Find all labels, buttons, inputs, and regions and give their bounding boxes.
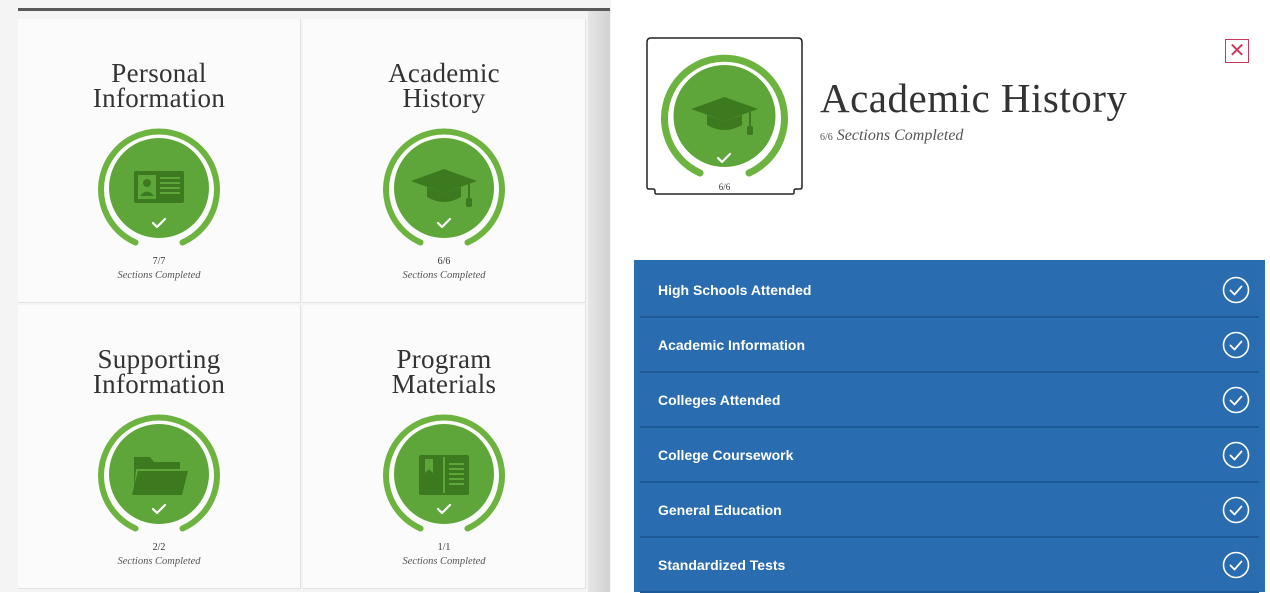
progress-ring [381, 411, 507, 537]
progress-ring [96, 411, 222, 537]
section-label: Standardized Tests [658, 557, 786, 573]
section-label: General Education [658, 502, 782, 518]
tile-program-materials[interactable]: Program Materials 1/1 Sections Completed [303, 305, 586, 589]
panel-subtitle: 6/6 Sections Completed [820, 127, 963, 145]
check-circle-icon [1222, 331, 1250, 359]
dashboard-top-divider [18, 8, 610, 11]
tile-title: Program Materials [391, 344, 497, 399]
tile-supporting-information[interactable]: Supporting Information 2/2 Sections Comp… [18, 305, 301, 589]
tile-status: Sections Completed [402, 270, 486, 281]
book-icon [419, 455, 469, 495]
page-title: Academic History [820, 75, 1128, 121]
section-label: High Schools Attended [658, 282, 812, 298]
section-label: Colleges Attended [658, 392, 781, 408]
section-list: High Schools Attended Academic Informati… [634, 260, 1265, 593]
badge-count: 6/6 [718, 182, 731, 192]
section-label: Academic Information [658, 337, 806, 353]
dashboard: Personal Information 7/7 Sections Comple… [0, 0, 611, 592]
tile-count: 6/6 [437, 256, 451, 267]
tile-status: Sections Completed [117, 556, 201, 567]
tile-academic-history[interactable]: Academic History 6/6 Sections Completed [303, 19, 586, 303]
section-college-coursework[interactable]: College Coursework [640, 430, 1259, 483]
close-button[interactable]: ✕ [1225, 39, 1249, 63]
check-circle-icon [1222, 386, 1250, 414]
tile-count: 7/7 [152, 256, 166, 267]
section-academic-information[interactable]: Academic Information [640, 320, 1259, 373]
section-high-schools-attended[interactable]: High Schools Attended [640, 265, 1259, 318]
panel-badge: 6/6 [646, 37, 803, 195]
tile-status: Sections Completed [117, 270, 201, 281]
check-circle-icon [1222, 496, 1250, 524]
section-colleges-attended[interactable]: Colleges Attended [640, 375, 1259, 428]
folder-icon [132, 457, 188, 495]
subtitle-fraction: 6/6 [820, 132, 833, 143]
tile-title: Personal Information [92, 58, 226, 113]
section-standardized-tests[interactable]: Standardized Tests [640, 540, 1259, 593]
check-circle-icon [1222, 441, 1250, 469]
tile-personal-information[interactable]: Personal Information 7/7 Sections Comple… [18, 19, 301, 303]
progress-ring [96, 125, 222, 251]
tile-count: 1/1 [437, 542, 451, 553]
check-circle-icon [1222, 551, 1250, 579]
subtitle-text: Sections Completed [836, 127, 964, 144]
progress-ring [381, 125, 507, 251]
section-label: College Coursework [658, 447, 794, 463]
section-general-education[interactable]: General Education [640, 485, 1259, 538]
tile-title: Supporting Information [92, 344, 226, 399]
dashboard-scroll-shadow [588, 11, 610, 592]
id-card-icon [134, 171, 184, 203]
tile-title: Academic History [388, 58, 500, 113]
check-circle-icon [1222, 276, 1250, 304]
academic-history-panel: 6/6 Academic History 6/6 Sections Comple… [634, 0, 1270, 593]
tile-count: 2/2 [152, 542, 166, 553]
tile-status: Sections Completed [402, 556, 486, 567]
